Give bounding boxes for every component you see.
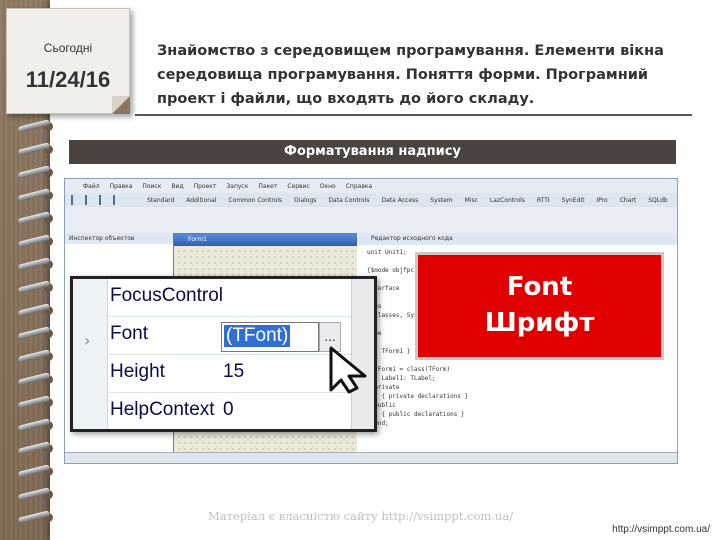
property-name: Font bbox=[110, 323, 149, 344]
property-value: (TFont) bbox=[224, 325, 291, 347]
slide-title: Знайомство з середовищем програмування. … bbox=[157, 43, 664, 107]
palette-tab[interactable]: SQLdb bbox=[648, 197, 668, 204]
binder-ring bbox=[17, 418, 58, 433]
binder-ring bbox=[17, 234, 58, 249]
palette-tab[interactable]: RTTI bbox=[537, 197, 550, 204]
property-row-focuscontrol[interactable]: FocusControl bbox=[107, 279, 374, 317]
code-line: Label1: TLabel; bbox=[367, 375, 436, 382]
binder-ring bbox=[17, 142, 58, 157]
palette-tab[interactable]: Data Controls bbox=[328, 197, 369, 204]
menu-item[interactable]: Окно bbox=[320, 183, 336, 190]
palette-tab[interactable]: Chart bbox=[620, 197, 637, 204]
menu-item[interactable]: Пакет bbox=[258, 183, 277, 190]
menu-item[interactable]: Запуск bbox=[226, 183, 248, 190]
code-line: { private declarations } bbox=[367, 393, 469, 400]
chevron-right-icon: › bbox=[84, 331, 91, 350]
new-icon bbox=[71, 195, 73, 205]
ide-statusbar bbox=[65, 452, 677, 463]
code-line: { public declarations } bbox=[367, 411, 465, 418]
binder-ring bbox=[17, 487, 58, 502]
menu-item[interactable]: Вид bbox=[171, 183, 183, 190]
code-line: TForm1 = class(TForm) bbox=[367, 366, 451, 373]
ide-menubar: Файл Правка Поиск Вид Проект Запуск Пакет Серви… bbox=[65, 179, 677, 193]
binder-ring bbox=[17, 349, 58, 364]
palette-tab[interactable]: LazControls bbox=[490, 197, 525, 204]
binder-ring bbox=[17, 395, 58, 410]
note-date: 11/24/16 bbox=[25, 67, 111, 92]
menu-item[interactable]: Сервис bbox=[287, 183, 309, 190]
property-gutter: › bbox=[73, 279, 108, 429]
property-row-helpcontext[interactable]: HelpContext 0 bbox=[107, 393, 374, 429]
palette-tab[interactable]: Standard bbox=[147, 197, 174, 204]
property-name: HelpContext bbox=[110, 399, 215, 420]
mouse-pointer-icon bbox=[329, 346, 367, 394]
binder-ring bbox=[17, 119, 58, 134]
code-line: end; bbox=[367, 420, 389, 427]
palette-tab[interactable]: Dialogs bbox=[294, 197, 316, 204]
binder-ring bbox=[17, 211, 58, 226]
menu-item[interactable]: Поиск bbox=[142, 183, 161, 190]
inspector-title: Инспектор объектов bbox=[65, 233, 173, 244]
menu-item[interactable]: Проект bbox=[194, 183, 217, 190]
binder-ring bbox=[17, 165, 58, 180]
palette-tab[interactable]: Additional bbox=[186, 197, 216, 204]
palette-tab[interactable]: System bbox=[430, 197, 452, 204]
run-icon bbox=[113, 195, 115, 205]
callout-line2: Шрифт bbox=[484, 308, 595, 338]
binder-ring bbox=[17, 464, 58, 479]
note-curl bbox=[112, 96, 130, 114]
binder-ring bbox=[17, 372, 58, 387]
property-name: FocusControl bbox=[110, 285, 223, 306]
menu-item[interactable]: Справка bbox=[346, 183, 372, 190]
menu-item[interactable]: Правка bbox=[110, 183, 133, 190]
palette-tab[interactable]: SynEdit bbox=[562, 197, 585, 204]
binder-rings bbox=[17, 119, 58, 540]
title-divider bbox=[135, 114, 692, 116]
date-note: Сьогодні 11/24/16 bbox=[6, 8, 130, 114]
binder-ring bbox=[17, 326, 58, 341]
property-value: 0 bbox=[223, 399, 234, 420]
binder-ring bbox=[17, 510, 58, 525]
font-callout: Font Шрифт bbox=[415, 252, 664, 360]
palette-tab[interactable]: IPro bbox=[596, 197, 607, 204]
copyright-note: Матеріал є власністю сайту http://vsimpp… bbox=[208, 509, 514, 523]
binder-ring bbox=[17, 303, 58, 318]
binder-ring bbox=[17, 280, 58, 295]
palette-tab[interactable]: Data Access bbox=[381, 197, 418, 204]
ide-toolbar: Standard Additional Common Controls Dialogs… bbox=[65, 193, 677, 207]
note-label: Сьогодні bbox=[43, 41, 93, 55]
binder-ring bbox=[17, 441, 58, 456]
code-line: private bbox=[367, 384, 400, 391]
editor-title: Редактор исходного кода bbox=[357, 233, 677, 245]
save-icon bbox=[99, 195, 101, 205]
section-heading: Форматування надпису bbox=[69, 140, 676, 164]
palette-tab[interactable]: Common Controls bbox=[228, 197, 282, 204]
binder-ring bbox=[17, 257, 58, 272]
code-line: public bbox=[367, 402, 396, 409]
property-name: Height bbox=[110, 361, 165, 382]
form-title: Form1 bbox=[174, 234, 358, 246]
property-value: 15 bbox=[223, 361, 245, 382]
palette-tab[interactable]: Misc bbox=[465, 197, 478, 204]
callout-line1: Font bbox=[506, 272, 573, 302]
menu-item[interactable]: Файл bbox=[83, 183, 100, 190]
binder-ring bbox=[17, 188, 58, 203]
open-icon bbox=[85, 195, 87, 205]
footer-link[interactable]: http://vsimppt.com.ua/ bbox=[612, 524, 710, 535]
component-palette: Standard Additional Common Controls Dialogs… bbox=[147, 197, 677, 204]
